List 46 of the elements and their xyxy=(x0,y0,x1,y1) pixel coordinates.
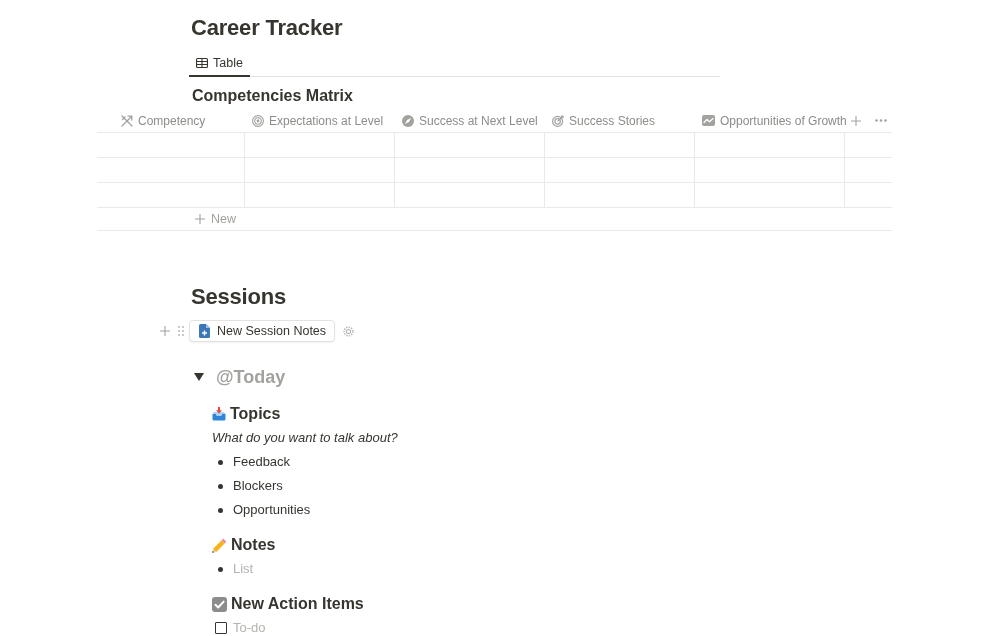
table-row[interactable] xyxy=(97,158,892,183)
list-item-field[interactable]: List xyxy=(233,557,254,581)
todo-field[interactable]: To-do xyxy=(233,621,266,635)
prompt-text: What do you want to talk about? xyxy=(212,429,398,447)
todo-checkbox[interactable] xyxy=(215,622,227,634)
block-heading: New Action Items xyxy=(231,594,364,614)
bullet-icon xyxy=(218,483,223,489)
table-grid-icon xyxy=(196,58,208,68)
database-title: Competencies Matrix xyxy=(192,86,353,106)
document-plus-icon xyxy=(199,324,210,338)
list-item-text: Opportunities xyxy=(233,501,311,519)
crossed-arrows-icon xyxy=(121,114,133,127)
compass-icon xyxy=(402,114,414,127)
drag-handle-icon[interactable] xyxy=(178,326,184,336)
column-header[interactable]: Success Stories xyxy=(545,109,695,132)
table-row[interactable] xyxy=(97,183,892,208)
column-header[interactable]: Success at Next Level xyxy=(395,109,545,132)
new-row-button[interactable]: New xyxy=(195,212,236,226)
view-tab[interactable]: Table xyxy=(189,51,250,77)
section-heading: Sessions xyxy=(191,283,286,311)
column-header[interactable]: Competency xyxy=(97,109,245,132)
list-item-text: Blockers xyxy=(233,477,283,495)
date-mention[interactable]: @Today xyxy=(216,363,286,391)
plus-icon xyxy=(195,214,205,224)
page-title: Career Tracker xyxy=(191,14,343,42)
bullet-icon xyxy=(218,507,223,513)
list-item-text: Feedback xyxy=(233,453,291,471)
bullet-icon xyxy=(218,566,223,572)
add-column-icon[interactable] xyxy=(851,115,861,126)
block-heading: Notes xyxy=(231,535,276,555)
pencil-icon xyxy=(212,537,227,553)
column-header[interactable]: Expectations at Level xyxy=(245,109,395,132)
gear-icon[interactable] xyxy=(343,325,355,337)
caret-icon[interactable] xyxy=(194,373,204,381)
checkbox-icon xyxy=(212,596,227,612)
table-row[interactable] xyxy=(97,133,892,158)
template-button[interactable]: New Session Notes xyxy=(189,320,336,342)
plus-icon[interactable] xyxy=(160,326,170,336)
target-arrow-icon xyxy=(552,114,564,127)
column-header[interactable]: Opportunities of Growth xyxy=(695,109,845,132)
bullet-icon xyxy=(218,459,223,465)
block-heading: Topics xyxy=(230,404,281,424)
concentric-circles-icon xyxy=(252,114,264,127)
more-icon[interactable] xyxy=(875,119,887,122)
chart-icon xyxy=(702,115,715,126)
inbox-tray-icon xyxy=(212,407,226,421)
